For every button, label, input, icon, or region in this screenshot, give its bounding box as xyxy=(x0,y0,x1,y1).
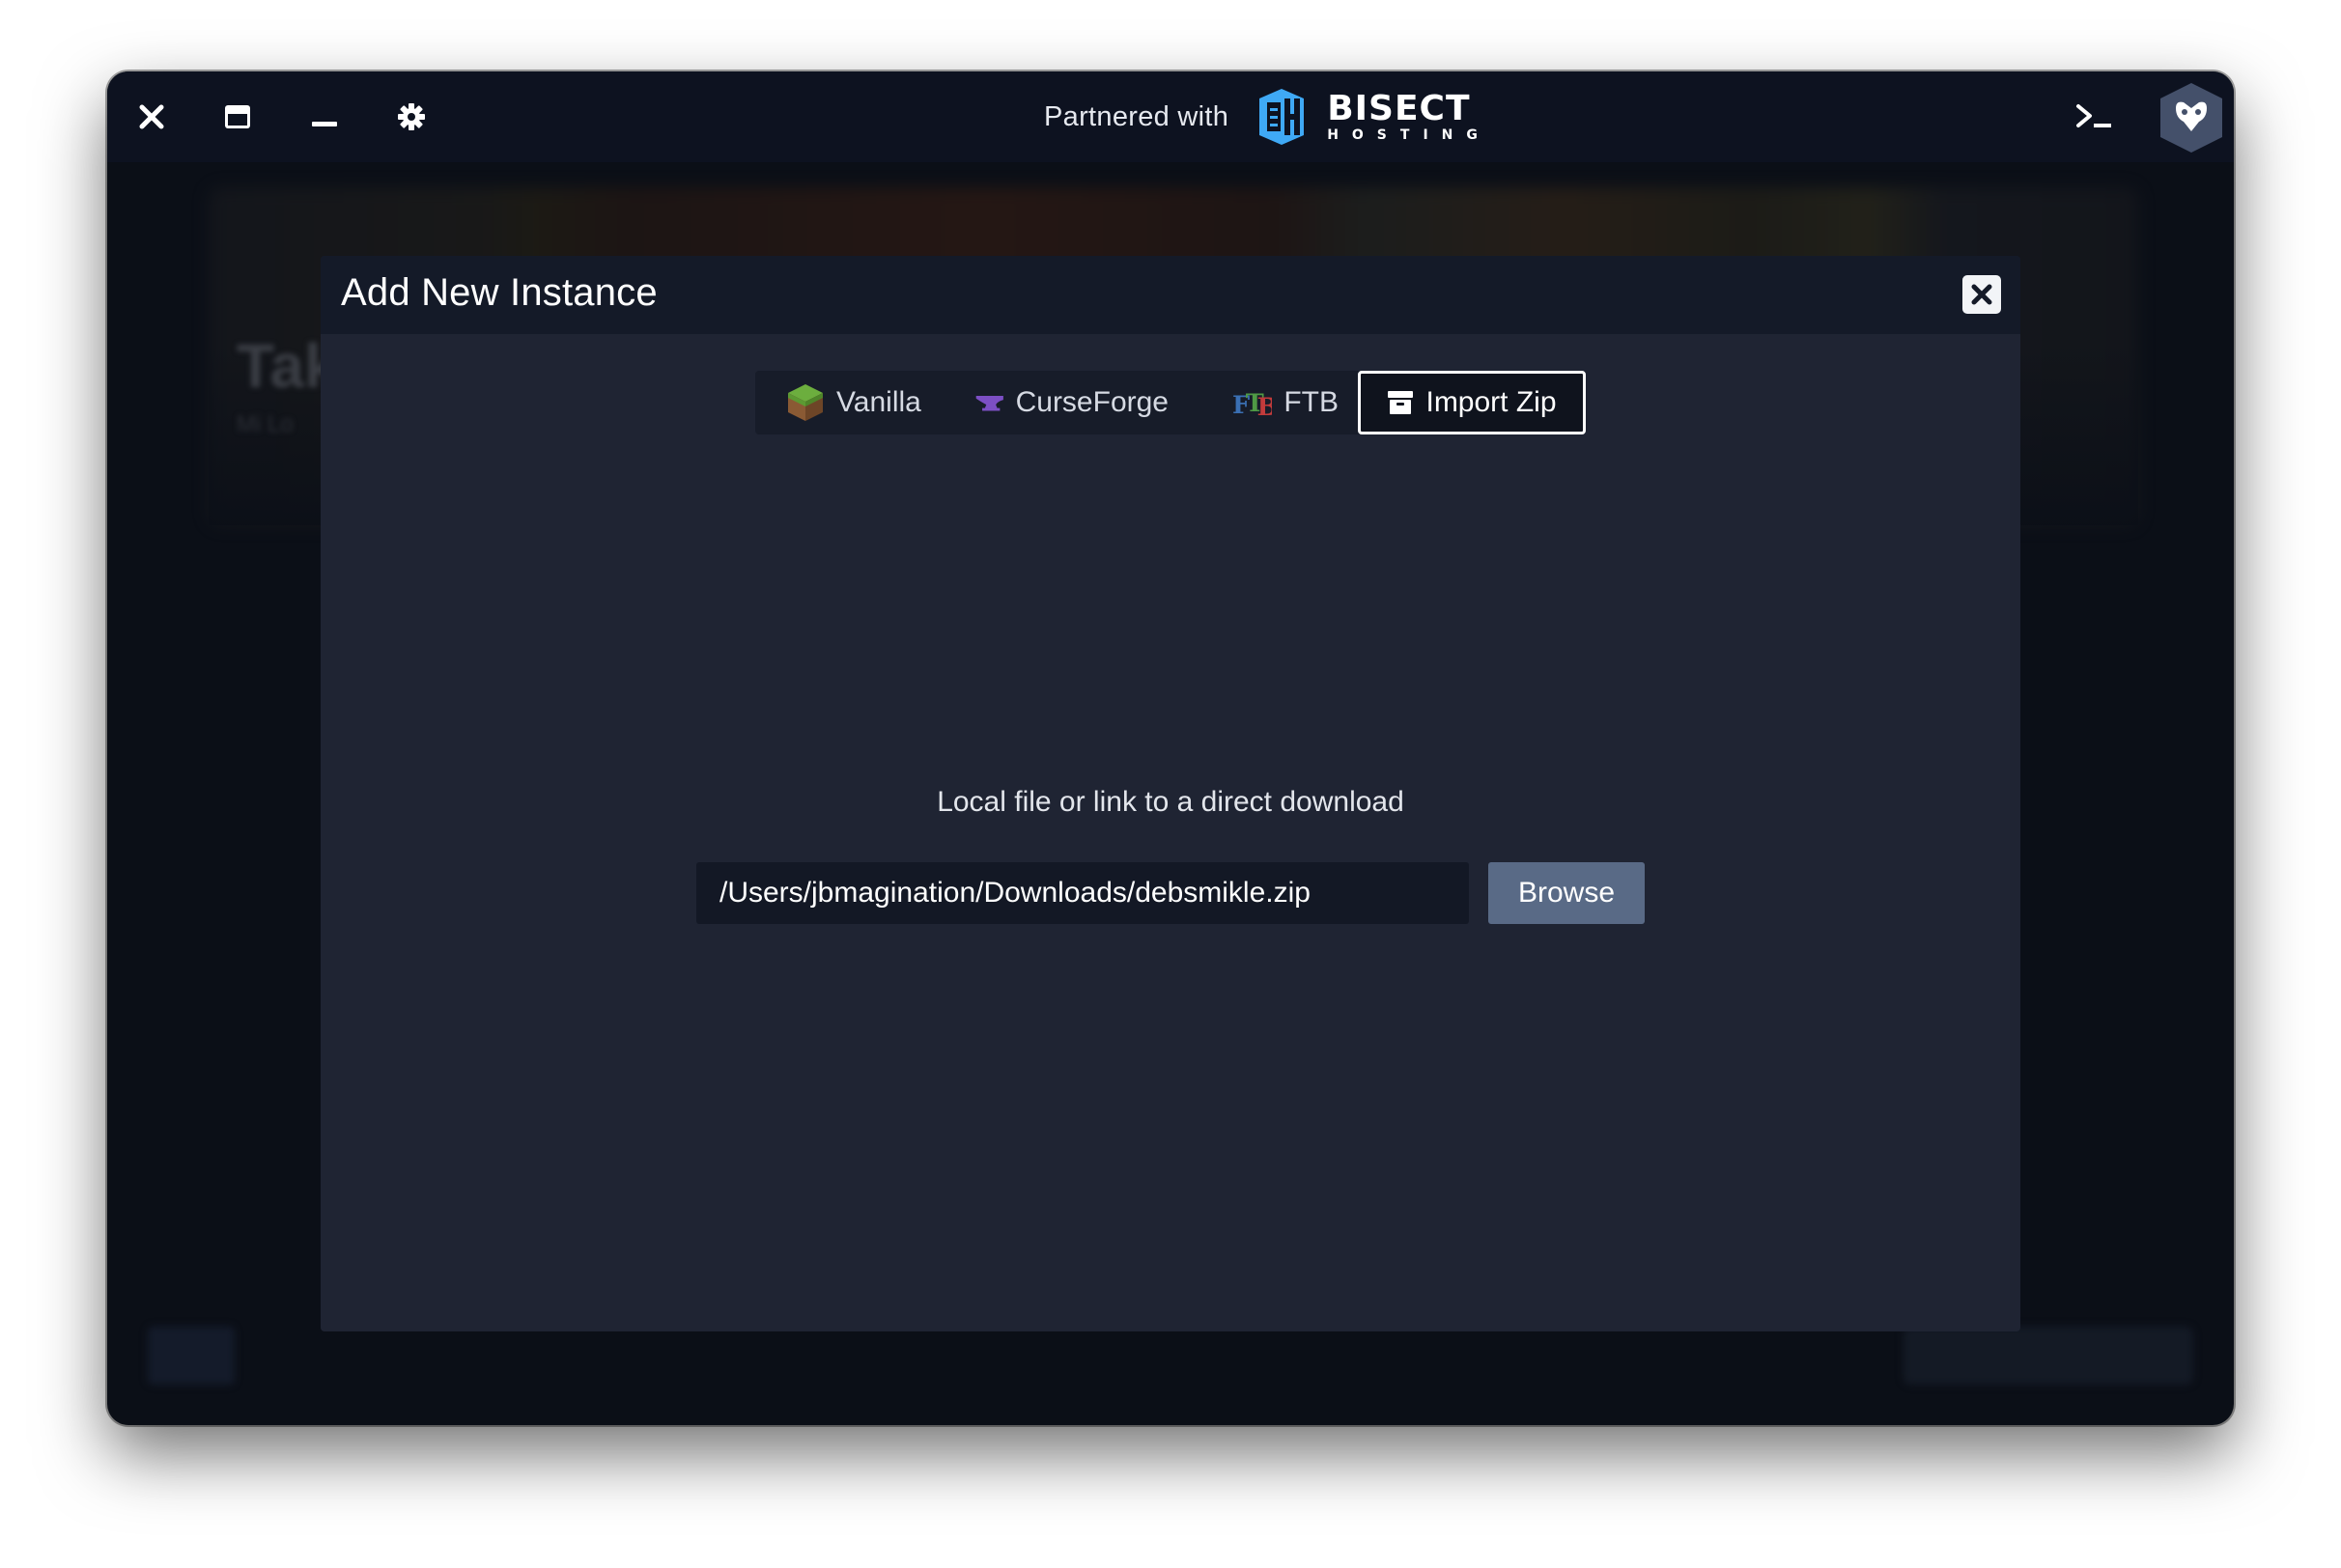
bisect-logo-wordmark: BISECT xyxy=(1327,89,1471,128)
close-icon xyxy=(1971,284,1992,305)
app-window: Tak Mi Lo Partnered with BISECT HOSTING … xyxy=(107,71,2234,1425)
tab-curseforge[interactable]: CurseForge xyxy=(975,371,1169,434)
terminal-button[interactable] xyxy=(2071,93,2119,141)
tab-vanilla[interactable]: Vanilla xyxy=(786,371,921,434)
add-instance-modal: Add New Instance Vanilla CurseForge F T … xyxy=(321,256,2020,1331)
profile-icon xyxy=(2160,83,2222,153)
modal-close-button[interactable] xyxy=(1962,275,2001,314)
grass-block-icon xyxy=(788,384,823,421)
import-prompt: Local file or link to a direct download xyxy=(937,786,1404,818)
instance-source-tabs: Vanilla CurseForge F T B FTB xyxy=(755,371,1586,434)
bisect-hosting-logo: BISECT HOSTING xyxy=(1250,85,1491,149)
partner-text: Partnered with xyxy=(1044,100,1229,132)
zip-path-input[interactable] xyxy=(696,862,1469,924)
background-subtitle: Mi Lo xyxy=(237,411,294,437)
close-icon xyxy=(139,104,164,129)
browse-button[interactable]: Browse xyxy=(1488,862,1645,924)
tab-ftb[interactable]: F T B FTB xyxy=(1232,371,1339,434)
user-avatar[interactable] xyxy=(2155,79,2228,156)
tab-curseforge-label: CurseForge xyxy=(1015,386,1169,418)
terminal-icon xyxy=(2076,104,2111,127)
ftb-logo-icon: F T B xyxy=(1232,389,1273,419)
minimize-icon xyxy=(312,122,337,126)
archive-icon xyxy=(1388,391,1414,414)
background-right-chip xyxy=(1904,1327,2193,1385)
minimize-window-button[interactable] xyxy=(300,93,349,141)
close-window-button[interactable] xyxy=(127,93,176,141)
gear-icon xyxy=(398,103,425,130)
svg-text:B: B xyxy=(1257,393,1273,419)
bisect-logo-subtext: HOSTING xyxy=(1327,127,1491,143)
modal-title: Add New Instance xyxy=(341,271,658,314)
background-left-button xyxy=(148,1327,235,1385)
titlebar: Partnered with BISECT HOSTING xyxy=(107,71,2234,162)
tab-import-zip[interactable]: Import Zip xyxy=(1358,371,1586,434)
anvil-icon xyxy=(975,395,1003,411)
tab-vanilla-label: Vanilla xyxy=(836,386,921,418)
tab-ftb-label: FTB xyxy=(1283,386,1339,418)
settings-button[interactable] xyxy=(387,93,436,141)
window-icon xyxy=(225,105,250,128)
bisect-hosting-icon xyxy=(1259,89,1305,145)
partner-banner[interactable]: Partnered with BISECT HOSTING xyxy=(1044,85,1491,149)
maximize-window-button[interactable] xyxy=(213,93,262,141)
modal-header: Add New Instance xyxy=(321,256,2020,334)
tab-import-zip-label: Import Zip xyxy=(1425,386,1557,418)
